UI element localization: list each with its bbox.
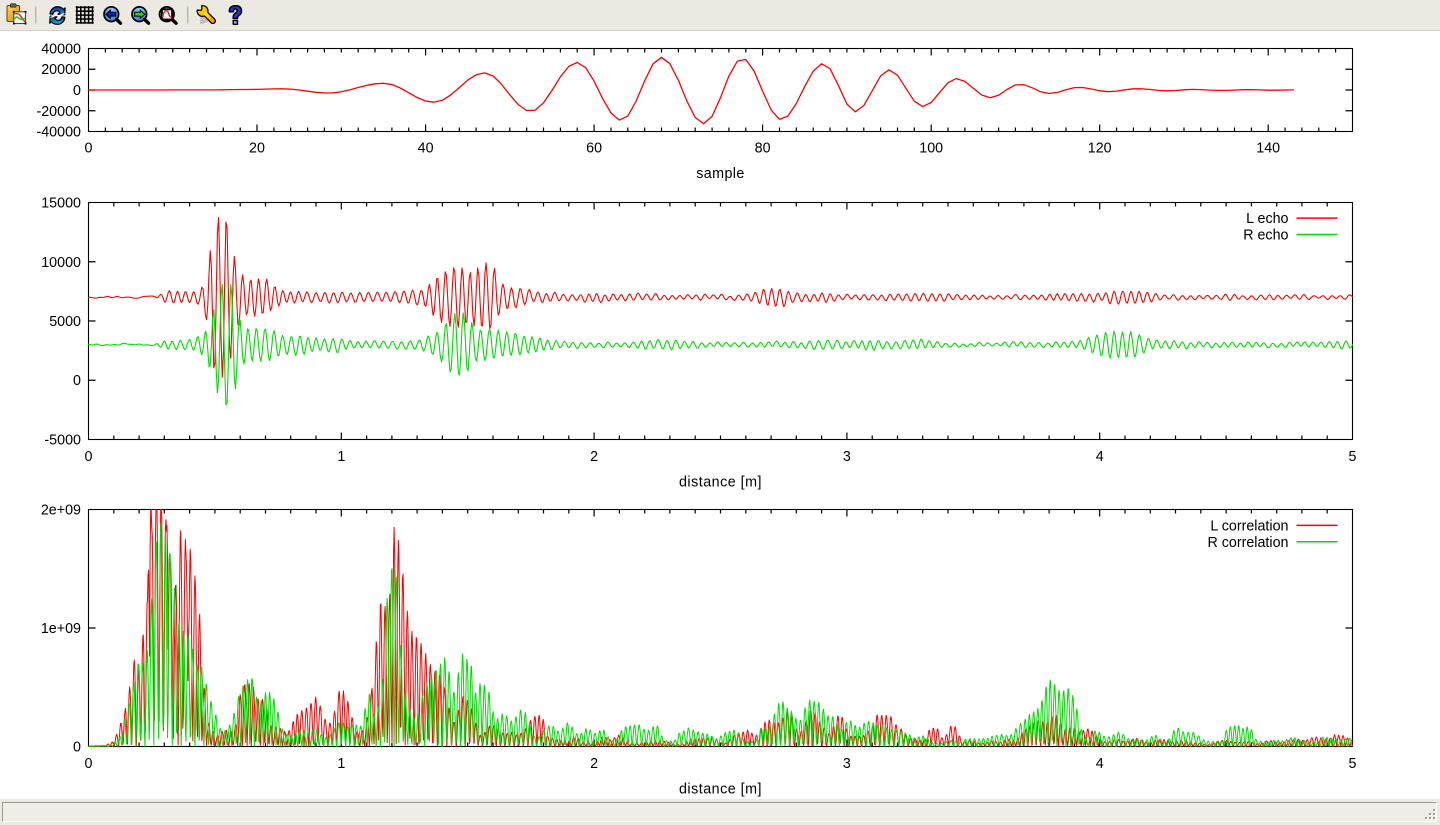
svg-text:140: 140: [1256, 140, 1280, 156]
svg-text:R correlation: R correlation: [1207, 535, 1288, 551]
svg-text:2: 2: [590, 449, 598, 465]
svg-text:sample: sample: [696, 166, 745, 182]
svg-text:100: 100: [919, 140, 943, 156]
svg-text:5: 5: [1349, 449, 1357, 465]
svg-text:3: 3: [843, 756, 851, 772]
svg-text:0: 0: [73, 740, 81, 756]
svg-text:5: 5: [1349, 756, 1357, 772]
svg-text:4: 4: [1096, 449, 1104, 465]
svg-text:0: 0: [85, 756, 93, 772]
svg-text:-5000: -5000: [44, 433, 81, 449]
svg-text:2e+09: 2e+09: [41, 503, 81, 519]
svg-text:L correlation: L correlation: [1210, 518, 1288, 534]
svg-text:-40000: -40000: [36, 125, 81, 141]
svg-text:10000: 10000: [41, 255, 81, 271]
svg-text:0: 0: [85, 140, 93, 156]
svg-text:40: 40: [418, 140, 434, 156]
svg-text:L echo: L echo: [1246, 211, 1288, 227]
svg-text:0: 0: [85, 449, 93, 465]
svg-text:15000: 15000: [41, 196, 81, 212]
svg-text:0: 0: [73, 83, 81, 99]
svg-text:20000: 20000: [41, 62, 81, 78]
svg-text:5000: 5000: [49, 314, 81, 330]
svg-text:0: 0: [73, 373, 81, 389]
svg-text:1: 1: [337, 449, 345, 465]
svg-text:2: 2: [590, 756, 598, 772]
svg-text:40000: 40000: [41, 42, 81, 58]
svg-text:80: 80: [755, 140, 771, 156]
svg-text:120: 120: [1088, 140, 1112, 156]
svg-text:-20000: -20000: [36, 104, 81, 120]
svg-text:1e+09: 1e+09: [41, 621, 81, 637]
svg-text:60: 60: [586, 140, 602, 156]
svg-text:1: 1: [337, 756, 345, 772]
svg-text:3: 3: [843, 449, 851, 465]
svg-text:4: 4: [1096, 756, 1104, 772]
svg-text:distance [m]: distance [m]: [679, 474, 762, 490]
svg-text:R echo: R echo: [1243, 228, 1288, 244]
svg-text:20: 20: [249, 140, 265, 156]
svg-text:distance [m]: distance [m]: [679, 781, 762, 797]
